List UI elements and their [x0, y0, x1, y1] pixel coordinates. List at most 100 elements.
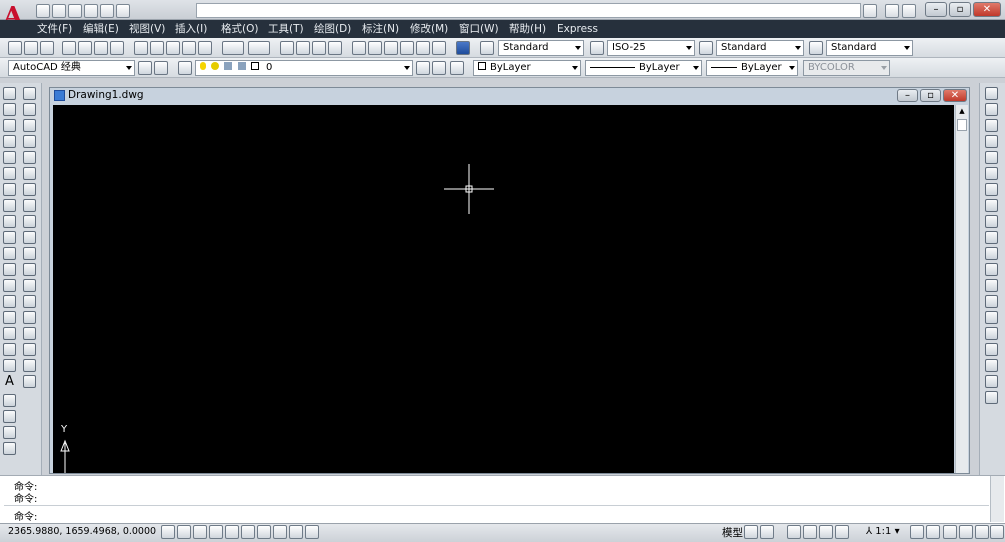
explode-icon[interactable]	[23, 327, 36, 340]
join-icon[interactable]	[23, 279, 36, 292]
erase-icon[interactable]	[23, 87, 36, 100]
osnap-settings-icon[interactable]	[23, 359, 36, 372]
draworder-under-icon[interactable]	[985, 391, 998, 404]
brush-icon[interactable]	[985, 87, 998, 100]
make-block-icon[interactable]	[3, 279, 16, 292]
drawing-canvas[interactable]	[53, 105, 954, 473]
lineweight-dropdown[interactable]: ByLayer	[706, 60, 798, 76]
annotation-visibility-icon[interactable]	[910, 525, 924, 539]
workspace-switching-icon[interactable]	[943, 525, 957, 539]
search-icon[interactable]	[863, 4, 877, 18]
stretch-right-icon[interactable]	[985, 215, 998, 228]
doc-minimize-button[interactable]: –	[897, 89, 918, 102]
pan-status-icon[interactable]	[787, 525, 801, 539]
command-scrollbar[interactable]	[990, 476, 1004, 522]
rectangle-icon[interactable]	[3, 151, 16, 164]
match-properties-icon[interactable]	[182, 41, 196, 55]
dynamic-input-icon[interactable]	[305, 525, 319, 539]
new-file-icon[interactable]	[36, 4, 50, 18]
move-icon[interactable]	[23, 167, 36, 180]
scale-right-icon[interactable]	[985, 199, 998, 212]
zoom-window-icon[interactable]	[312, 41, 326, 55]
properties-paint-icon[interactable]	[985, 103, 998, 116]
ortho-mode-icon[interactable]	[209, 525, 223, 539]
paste-icon[interactable]	[166, 41, 180, 55]
zoom-previous-icon[interactable]	[328, 41, 342, 55]
annotation-scale[interactable]: ⅄ 1:1 ▾	[866, 526, 900, 537]
restore-button[interactable]: ▫	[949, 2, 971, 17]
menu-file[interactable]: 文件(F)	[37, 22, 72, 36]
trim-right-icon[interactable]	[985, 231, 998, 244]
make-layer-current-icon[interactable]	[416, 61, 430, 75]
polar-tracking-icon[interactable]	[225, 525, 239, 539]
table-style-icon[interactable]	[699, 41, 713, 55]
layer-manager-icon[interactable]	[178, 61, 192, 75]
favorites-star-icon[interactable]	[902, 4, 916, 18]
polygon-icon[interactable]	[3, 135, 16, 148]
rotate-right-icon[interactable]	[985, 183, 998, 196]
fillet-icon[interactable]	[23, 311, 36, 324]
showmotion-icon[interactable]	[835, 525, 849, 539]
undo-dropdown-icon[interactable]	[222, 41, 244, 55]
menu-insert[interactable]: 插入(I)	[175, 22, 207, 36]
revision-cloud-icon[interactable]	[3, 199, 16, 212]
plot-preview-icon[interactable]	[78, 41, 92, 55]
menu-help[interactable]: 帮助(H)	[509, 22, 546, 36]
print-icon[interactable]	[84, 4, 98, 18]
menu-dimension[interactable]: 标注(N)	[362, 22, 399, 36]
properties-icon[interactable]	[352, 41, 366, 55]
gradient-icon[interactable]	[3, 327, 16, 340]
line-icon[interactable]	[3, 87, 16, 100]
canvas-vertical-scrollbar[interactable]: ▲	[955, 105, 968, 473]
menu-modify[interactable]: 修改(M)	[410, 22, 448, 36]
table-icon[interactable]	[3, 359, 16, 372]
publish-icon[interactable]	[94, 41, 108, 55]
help-icon[interactable]	[456, 41, 470, 55]
chamfer-right-icon[interactable]	[985, 295, 998, 308]
text-style-dropdown[interactable]: Standard	[498, 40, 584, 56]
ellipse-icon[interactable]	[3, 231, 16, 244]
copy-object-icon[interactable]	[23, 103, 36, 116]
zoom-realtime-icon[interactable]	[296, 41, 310, 55]
dim-style-dropdown[interactable]: ISO-25	[607, 40, 695, 56]
multileader-style-dropdown[interactable]: Standard	[826, 40, 913, 56]
draworder-back-icon[interactable]	[985, 359, 998, 372]
chamfer-icon[interactable]	[23, 295, 36, 308]
mirror-icon[interactable]	[23, 119, 36, 132]
menu-express[interactable]: Express	[557, 22, 598, 36]
snap-mode-icon[interactable]	[177, 525, 191, 539]
copy-icon[interactable]	[150, 41, 164, 55]
plot-icon[interactable]	[62, 41, 76, 55]
status-menu-icon[interactable]	[975, 525, 989, 539]
model-space-label[interactable]: 模型	[722, 525, 743, 540]
save-icon[interactable]	[68, 4, 82, 18]
3d-osnap-icon[interactable]	[257, 525, 271, 539]
layer-state-icon[interactable]	[450, 61, 464, 75]
ellipse-arc-icon[interactable]	[3, 247, 16, 260]
menu-format[interactable]: 格式(O)	[221, 22, 258, 36]
markup-icon[interactable]	[416, 41, 430, 55]
steeringwheel-icon[interactable]	[819, 525, 833, 539]
offset-right-icon[interactable]	[985, 135, 998, 148]
layer-dropdown[interactable]: 0	[195, 60, 413, 76]
sheet-set-icon[interactable]	[400, 41, 414, 55]
menu-view[interactable]: 视图(V)	[129, 22, 165, 36]
layout2-icon[interactable]	[760, 525, 774, 539]
polyline-icon[interactable]	[3, 119, 16, 132]
arc-length-icon[interactable]	[3, 426, 16, 439]
object-snap-icon[interactable]	[241, 525, 255, 539]
dynamic-ucs-icon[interactable]	[289, 525, 303, 539]
color-dropdown[interactable]: ByLayer	[473, 60, 581, 76]
menu-tools[interactable]: 工具(T)	[268, 22, 304, 36]
region-icon[interactable]	[3, 343, 16, 356]
open-icon[interactable]	[24, 41, 38, 55]
scroll-up-icon[interactable]: ▲	[958, 107, 966, 115]
hatch-icon[interactable]	[3, 311, 16, 324]
lock-ui-icon[interactable]	[959, 525, 973, 539]
clean-screen-icon[interactable]	[990, 525, 1004, 539]
draworder-above-icon[interactable]	[985, 375, 998, 388]
save-icon[interactable]	[40, 41, 54, 55]
extend-icon[interactable]	[23, 247, 36, 260]
menu-draw[interactable]: 绘图(D)	[314, 22, 351, 36]
new-icon[interactable]	[8, 41, 22, 55]
